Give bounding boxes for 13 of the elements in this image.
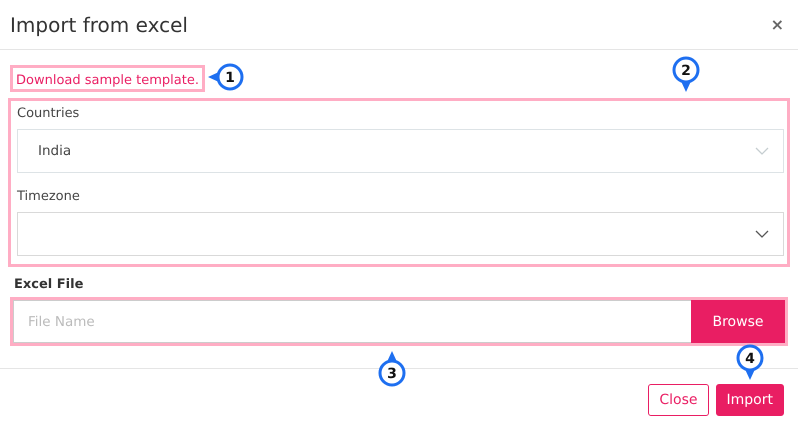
field-label: Countries xyxy=(17,106,80,121)
file-name-field[interactable]: File Name xyxy=(13,300,691,343)
close-button[interactable]: Close xyxy=(648,384,709,416)
dialog-title: Import from excel xyxy=(10,12,188,36)
select-field[interactable] xyxy=(17,212,784,256)
chevron-down-icon xyxy=(755,230,769,238)
template-link[interactable]: Download sample template. xyxy=(16,73,199,88)
field-label: Timezone xyxy=(17,189,81,204)
select-field[interactable]: India xyxy=(17,129,784,173)
import-button[interactable]: Import xyxy=(716,384,784,416)
browse-button[interactable]: Browse xyxy=(691,300,785,343)
chevron-down-icon xyxy=(755,147,769,155)
field-label: Excel File xyxy=(14,277,84,292)
